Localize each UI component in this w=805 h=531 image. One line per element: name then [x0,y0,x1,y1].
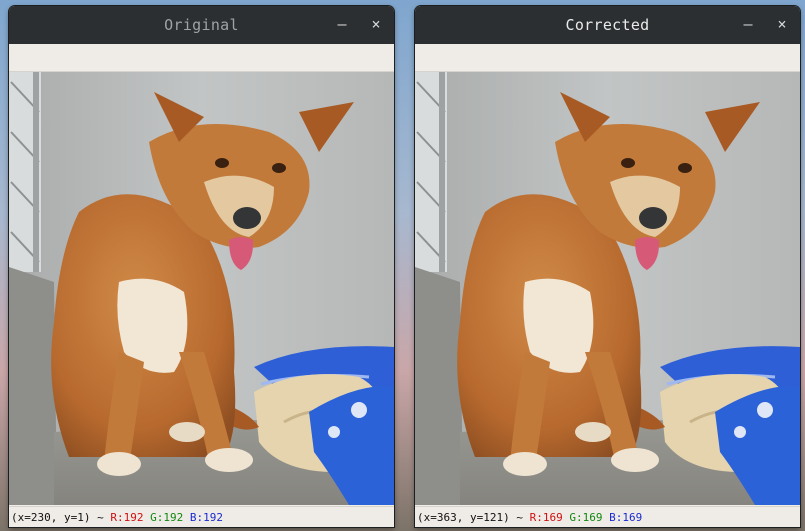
toolbar [9,44,394,72]
status-bar: (x=363, y=121) ~ R:169 G:169 B:169 [415,506,800,527]
dog-photo [9,72,394,505]
status-coords: (x=363, y=121) ~ [417,511,530,524]
status-green-value: G:192 [150,511,184,524]
window-original: Original – × (x=230, y=1) ~ R:192 G:192 … [9,6,394,527]
status-red-value: R:169 [529,511,563,524]
close-button[interactable]: × [366,14,386,34]
status-red-value: R:192 [110,511,144,524]
titlebar[interactable]: Original – × [9,6,394,44]
image-canvas[interactable] [9,72,394,505]
titlebar[interactable]: Corrected – × [415,6,800,44]
window-corrected: Corrected – × (x=363, y=121) ~ R:169 G:1… [415,6,800,527]
minimize-button[interactable]: – [738,14,758,34]
dog-photo [415,72,800,505]
toolbar [415,44,800,72]
status-blue-value: B:169 [609,511,643,524]
status-green-value: G:169 [569,511,603,524]
status-blue-value: B:192 [189,511,223,524]
status-bar: (x=230, y=1) ~ R:192 G:192 B:192 [9,506,394,527]
image-canvas[interactable] [415,72,800,505]
status-coords: (x=230, y=1) ~ [11,511,111,524]
close-button[interactable]: × [772,14,792,34]
minimize-button[interactable]: – [332,14,352,34]
